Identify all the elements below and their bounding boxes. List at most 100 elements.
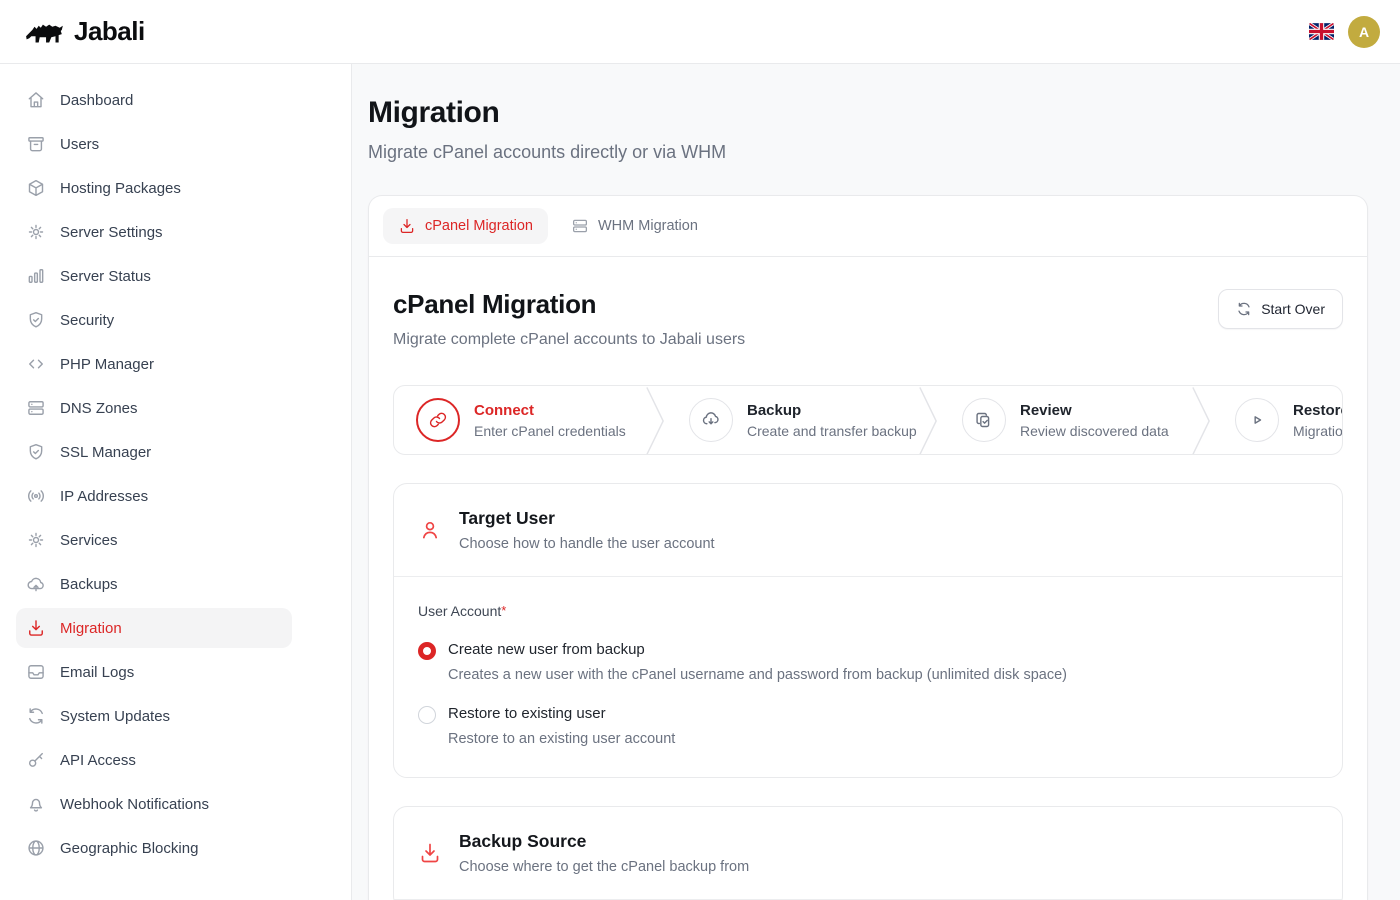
option-label: Create new user from backup	[448, 641, 1067, 658]
sidebar-item-label: Services	[60, 532, 118, 549]
sidebar-item-security[interactable]: Security	[16, 300, 292, 340]
sidebar-item-label: Security	[60, 312, 114, 329]
step-separator	[917, 386, 940, 454]
migration-stepper: Connect Enter cPanel credentials Backup …	[393, 385, 1343, 455]
target-user-card: Target User Choose how to handle the use…	[393, 483, 1343, 778]
step-subtitle: Migration	[1293, 423, 1343, 439]
option-restore-to-existing-user[interactable]: Restore to existing user Restore to an e…	[418, 705, 1318, 747]
step-title: Connect	[474, 402, 626, 419]
cloud-up-icon	[26, 574, 46, 594]
backup-source-title: Backup Source	[459, 831, 749, 852]
user-avatar[interactable]: A	[1348, 16, 1380, 48]
archive-icon	[26, 134, 46, 154]
target-user-title: Target User	[459, 508, 715, 529]
language-switcher[interactable]	[1309, 23, 1334, 40]
server-icon	[26, 398, 46, 418]
sidebar-item-users[interactable]: Users	[16, 124, 292, 164]
package-icon	[26, 178, 46, 198]
step-subtitle: Create and transfer backup	[747, 423, 917, 439]
sidebar-item-services[interactable]: Services	[16, 520, 292, 560]
radio-input[interactable]	[418, 642, 436, 660]
cloud-down-icon	[701, 410, 721, 430]
sidebar-item-label: Backups	[60, 576, 118, 593]
step-backup: Backup Create and transfer backup	[667, 386, 917, 454]
broadcast-icon	[26, 486, 46, 506]
sidebar: Dashboard Users Hosting Packages Server …	[0, 64, 352, 900]
radio-input[interactable]	[418, 706, 436, 724]
sidebar-item-dns-zones[interactable]: DNS Zones	[16, 388, 292, 428]
step-review: Review Review discovered data	[940, 386, 1190, 454]
panel-title: cPanel Migration	[393, 289, 745, 320]
sidebar-item-label: SSL Manager	[60, 444, 151, 461]
sidebar-item-dashboard[interactable]: Dashboard	[16, 80, 292, 120]
sidebar-item-label: Migration	[60, 620, 122, 637]
required-mark: *	[501, 603, 506, 618]
sidebar-item-api-access[interactable]: API Access	[16, 740, 292, 780]
gear-icon	[26, 530, 46, 550]
step-subtitle: Enter cPanel credentials	[474, 423, 626, 439]
uk-flag-icon	[1309, 23, 1334, 40]
gear-icon	[26, 222, 46, 242]
sidebar-item-migration[interactable]: Migration	[16, 608, 292, 648]
globe-icon	[26, 838, 46, 858]
step-separator	[1190, 386, 1213, 454]
shield-icon	[26, 442, 46, 462]
code-icon	[26, 354, 46, 374]
sidebar-item-backups[interactable]: Backups	[16, 564, 292, 604]
refresh-icon	[1236, 301, 1252, 317]
panel-subtitle: Migrate complete cPanel accounts to Jaba…	[393, 331, 745, 349]
brand[interactable]: Jabali	[24, 16, 145, 47]
step-title: Backup	[747, 402, 917, 419]
sidebar-item-system-updates[interactable]: System Updates	[16, 696, 292, 736]
sidebar-item-label: DNS Zones	[60, 400, 138, 417]
target-user-subtitle: Choose how to handle the user account	[459, 536, 715, 552]
link-icon	[428, 410, 448, 430]
page-title: Migration	[368, 96, 1368, 130]
sidebar-item-label: Hosting Packages	[60, 180, 181, 197]
download-icon	[26, 618, 46, 638]
backup-source-card: Backup Source Choose where to get the cP…	[393, 806, 1343, 900]
sidebar-item-php-manager[interactable]: PHP Manager	[16, 344, 292, 384]
chart-icon	[26, 266, 46, 286]
sidebar-item-geographic-blocking[interactable]: Geographic Blocking	[16, 828, 292, 868]
app-header: Jabali A	[0, 0, 1400, 64]
bell-icon	[26, 794, 46, 814]
sidebar-item-hosting-packages[interactable]: Hosting Packages	[16, 168, 292, 208]
download-icon	[418, 841, 442, 865]
start-over-button[interactable]: Start Over	[1218, 289, 1343, 329]
main-content: Migration Migrate cPanel accounts direct…	[352, 64, 1400, 900]
option-label: Restore to existing user	[448, 705, 675, 722]
sidebar-item-email-logs[interactable]: Email Logs	[16, 652, 292, 692]
option-description: Creates a new user with the cPanel usern…	[448, 667, 1067, 683]
boar-logo-icon	[24, 17, 66, 47]
option-description: Restore to an existing user account	[448, 731, 675, 747]
step-connect: Connect Enter cPanel credentials	[394, 386, 644, 454]
tab-cpanel-migration[interactable]: cPanel Migration	[383, 208, 548, 244]
page-subtitle: Migrate cPanel accounts directly or via …	[368, 142, 1368, 163]
clipboard-icon	[974, 410, 994, 430]
download-icon	[398, 217, 416, 235]
sidebar-item-label: Dashboard	[60, 92, 133, 109]
migration-panel: cPanel Migration WHM Migration cPanel Mi…	[368, 195, 1368, 900]
inbox-icon	[26, 662, 46, 682]
migration-tabbar: cPanel Migration WHM Migration	[369, 196, 1367, 257]
shield-icon	[26, 310, 46, 330]
option-create-new-user-from-backup[interactable]: Create new user from backup Creates a ne…	[418, 641, 1318, 683]
home-icon	[26, 90, 46, 110]
sidebar-item-label: Server Status	[60, 268, 151, 285]
sidebar-item-label: PHP Manager	[60, 356, 154, 373]
sidebar-item-server-status[interactable]: Server Status	[16, 256, 292, 296]
refresh-icon	[26, 706, 46, 726]
sidebar-item-label: Server Settings	[60, 224, 163, 241]
sidebar-item-label: Email Logs	[60, 664, 134, 681]
sidebar-item-ip-addresses[interactable]: IP Addresses	[16, 476, 292, 516]
sidebar-item-ssl-manager[interactable]: SSL Manager	[16, 432, 292, 472]
sidebar-item-label: Geographic Blocking	[60, 840, 198, 857]
sidebar-nav: Dashboard Users Hosting Packages Server …	[16, 80, 292, 868]
sidebar-item-webhook-notifications[interactable]: Webhook Notifications	[16, 784, 292, 824]
start-over-label: Start Over	[1261, 301, 1325, 317]
sidebar-item-server-settings[interactable]: Server Settings	[16, 212, 292, 252]
tab-whm-migration[interactable]: WHM Migration	[556, 208, 713, 244]
step-restore: Restore Migration	[1213, 386, 1343, 454]
backup-source-subtitle: Choose where to get the cPanel backup fr…	[459, 859, 749, 875]
